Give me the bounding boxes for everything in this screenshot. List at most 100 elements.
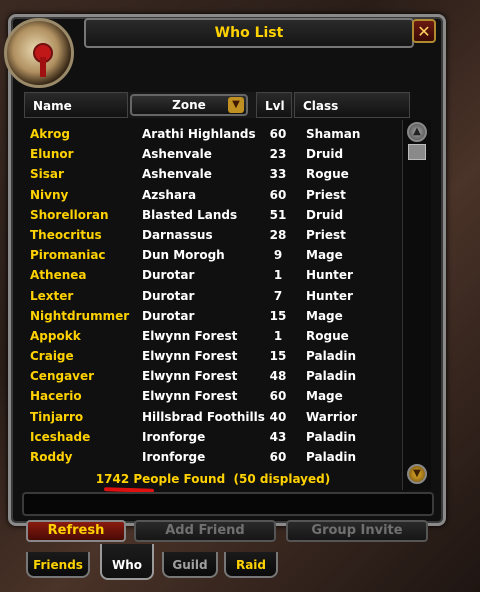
- player-row[interactable]: Nightdrummer Durotar 15 Mage: [28, 306, 400, 326]
- player-name: Piromaniac: [30, 248, 106, 263]
- tab-guild[interactable]: Guild: [162, 552, 218, 578]
- who-search-input[interactable]: [22, 492, 434, 516]
- player-level: 48: [269, 369, 287, 384]
- player-class: Druid: [306, 147, 344, 162]
- player-row[interactable]: Tinjarro Hillsbrad Foothills 40 Warrior: [28, 407, 400, 427]
- scroll-portrait-icon: [4, 18, 74, 88]
- player-level: 1: [273, 328, 283, 343]
- player-class: Warrior: [306, 409, 358, 424]
- player-name: Cengaver: [30, 369, 95, 384]
- player-list: Akrog Arathi Highlands 60 Shaman Elunor Ashen…: [28, 124, 400, 467]
- player-level: 60: [269, 389, 287, 404]
- player-row[interactable]: Shorelloran Blasted Lands 51 Druid: [28, 205, 400, 225]
- player-zone: Elwynn Forest: [142, 328, 238, 343]
- player-zone: Elwynn Forest: [142, 389, 238, 404]
- player-zone: Ashenvale: [142, 147, 212, 162]
- player-name: Akrog: [30, 127, 71, 141]
- player-name: Lexter: [30, 288, 74, 303]
- player-zone: Durotar: [142, 268, 195, 283]
- player-zone: Dun Morogh: [142, 248, 225, 263]
- player-row[interactable]: Athenea Durotar 1 Hunter: [28, 265, 400, 285]
- player-row[interactable]: Appokk Elwynn Forest 1 Rogue: [28, 326, 400, 346]
- player-name: Athenea: [30, 268, 87, 283]
- player-class: Paladin: [306, 349, 357, 364]
- player-row[interactable]: Piromaniac Dun Morogh 9 Mage: [28, 245, 400, 265]
- player-name: Shorelloran: [30, 207, 109, 222]
- player-zone: Hillsbrad Foothills: [142, 409, 265, 424]
- arrow-up-icon: ▲: [413, 126, 421, 137]
- player-name: Hacerio: [30, 389, 82, 404]
- player-zone: Elwynn Forest: [142, 349, 238, 364]
- player-name: Appokk: [30, 328, 81, 343]
- player-class: Paladin: [306, 429, 357, 444]
- player-class: Rogue: [306, 167, 349, 182]
- player-class: Priest: [306, 187, 346, 202]
- player-level: 15: [269, 308, 287, 323]
- player-class: Hunter: [306, 288, 353, 303]
- column-header-zone-dropdown[interactable]: Zone ▼: [130, 94, 248, 116]
- close-button[interactable]: ✕: [412, 19, 436, 43]
- zone-dropdown-label: Zone: [172, 98, 206, 112]
- player-level: 60: [269, 187, 287, 202]
- player-row[interactable]: Akrog Arathi Highlands 60 Shaman: [28, 124, 400, 144]
- player-class: Shaman: [306, 127, 361, 141]
- scroll-thumb[interactable]: [408, 144, 426, 160]
- player-name: Sisar: [30, 167, 64, 182]
- player-class: Paladin: [306, 450, 357, 464]
- chevron-down-icon: ▼: [228, 97, 244, 113]
- player-zone: Arathi Highlands: [142, 127, 256, 141]
- player-level: 23: [269, 147, 287, 162]
- player-level: 7: [273, 288, 283, 303]
- column-header-class[interactable]: Class: [294, 92, 410, 118]
- player-class: Rogue: [306, 328, 349, 343]
- player-level: 15: [269, 349, 287, 364]
- column-header-name[interactable]: Name: [24, 92, 128, 118]
- player-name: Elunor: [30, 147, 74, 162]
- tab-who[interactable]: Who: [100, 544, 154, 580]
- player-level: 9: [273, 248, 283, 263]
- window-title: Who List: [84, 18, 414, 48]
- player-name: Craige: [30, 349, 74, 364]
- player-zone: Blasted Lands: [142, 207, 238, 222]
- player-name: Roddy: [30, 450, 73, 464]
- player-row[interactable]: Hacerio Elwynn Forest 60 Mage: [28, 386, 400, 406]
- player-level: 40: [269, 409, 287, 424]
- player-row[interactable]: Nivny Azshara 60 Priest: [28, 185, 400, 205]
- player-zone: Ashenvale: [142, 167, 212, 182]
- player-row[interactable]: Iceshade Ironforge 43 Paladin: [28, 427, 400, 447]
- player-name: Theocritus: [30, 227, 102, 242]
- player-name: Iceshade: [30, 429, 91, 444]
- scroll-up-button[interactable]: ▲: [407, 122, 427, 142]
- player-zone: Azshara: [142, 187, 197, 202]
- player-class: Mage: [306, 308, 343, 323]
- tab-raid[interactable]: Raid: [224, 552, 278, 578]
- add-friend-button[interactable]: Add Friend: [134, 520, 276, 542]
- ribbon-icon: [40, 57, 46, 77]
- tab-friends[interactable]: Friends: [26, 552, 90, 578]
- player-row[interactable]: Theocritus Darnassus 28 Priest: [28, 225, 400, 245]
- player-row[interactable]: Cengaver Elwynn Forest 48 Paladin: [28, 366, 400, 386]
- player-row[interactable]: Roddy Ironforge 60 Paladin: [28, 447, 400, 467]
- column-header-level[interactable]: Lvl: [256, 92, 292, 118]
- player-zone: Ironforge: [142, 450, 206, 464]
- player-name: Nightdrummer: [30, 308, 130, 323]
- player-zone: Darnassus: [142, 227, 213, 242]
- player-row[interactable]: Elunor Ashenvale 23 Druid: [28, 144, 400, 164]
- player-level: 51: [269, 207, 287, 222]
- scroll-down-button[interactable]: ▼: [407, 464, 427, 484]
- player-row[interactable]: Lexter Durotar 7 Hunter: [28, 286, 400, 306]
- player-level: 43: [269, 429, 287, 444]
- player-class: Mage: [306, 389, 343, 404]
- player-zone: Ironforge: [142, 429, 206, 444]
- player-level: 1: [273, 268, 283, 283]
- people-found-status: 1742 People Found (50 displayed): [95, 472, 331, 486]
- refresh-button[interactable]: Refresh: [26, 520, 126, 542]
- player-row[interactable]: Craige Elwynn Forest 15 Paladin: [28, 346, 400, 366]
- close-icon: ✕: [417, 22, 431, 41]
- player-class: Druid: [306, 207, 344, 222]
- list-scrollbar[interactable]: ▲ ▼: [402, 120, 431, 490]
- player-row[interactable]: Sisar Ashenvale 33 Rogue: [28, 164, 400, 184]
- player-level: 33: [269, 167, 287, 182]
- group-invite-button[interactable]: Group Invite: [286, 520, 428, 542]
- player-class: Hunter: [306, 268, 353, 283]
